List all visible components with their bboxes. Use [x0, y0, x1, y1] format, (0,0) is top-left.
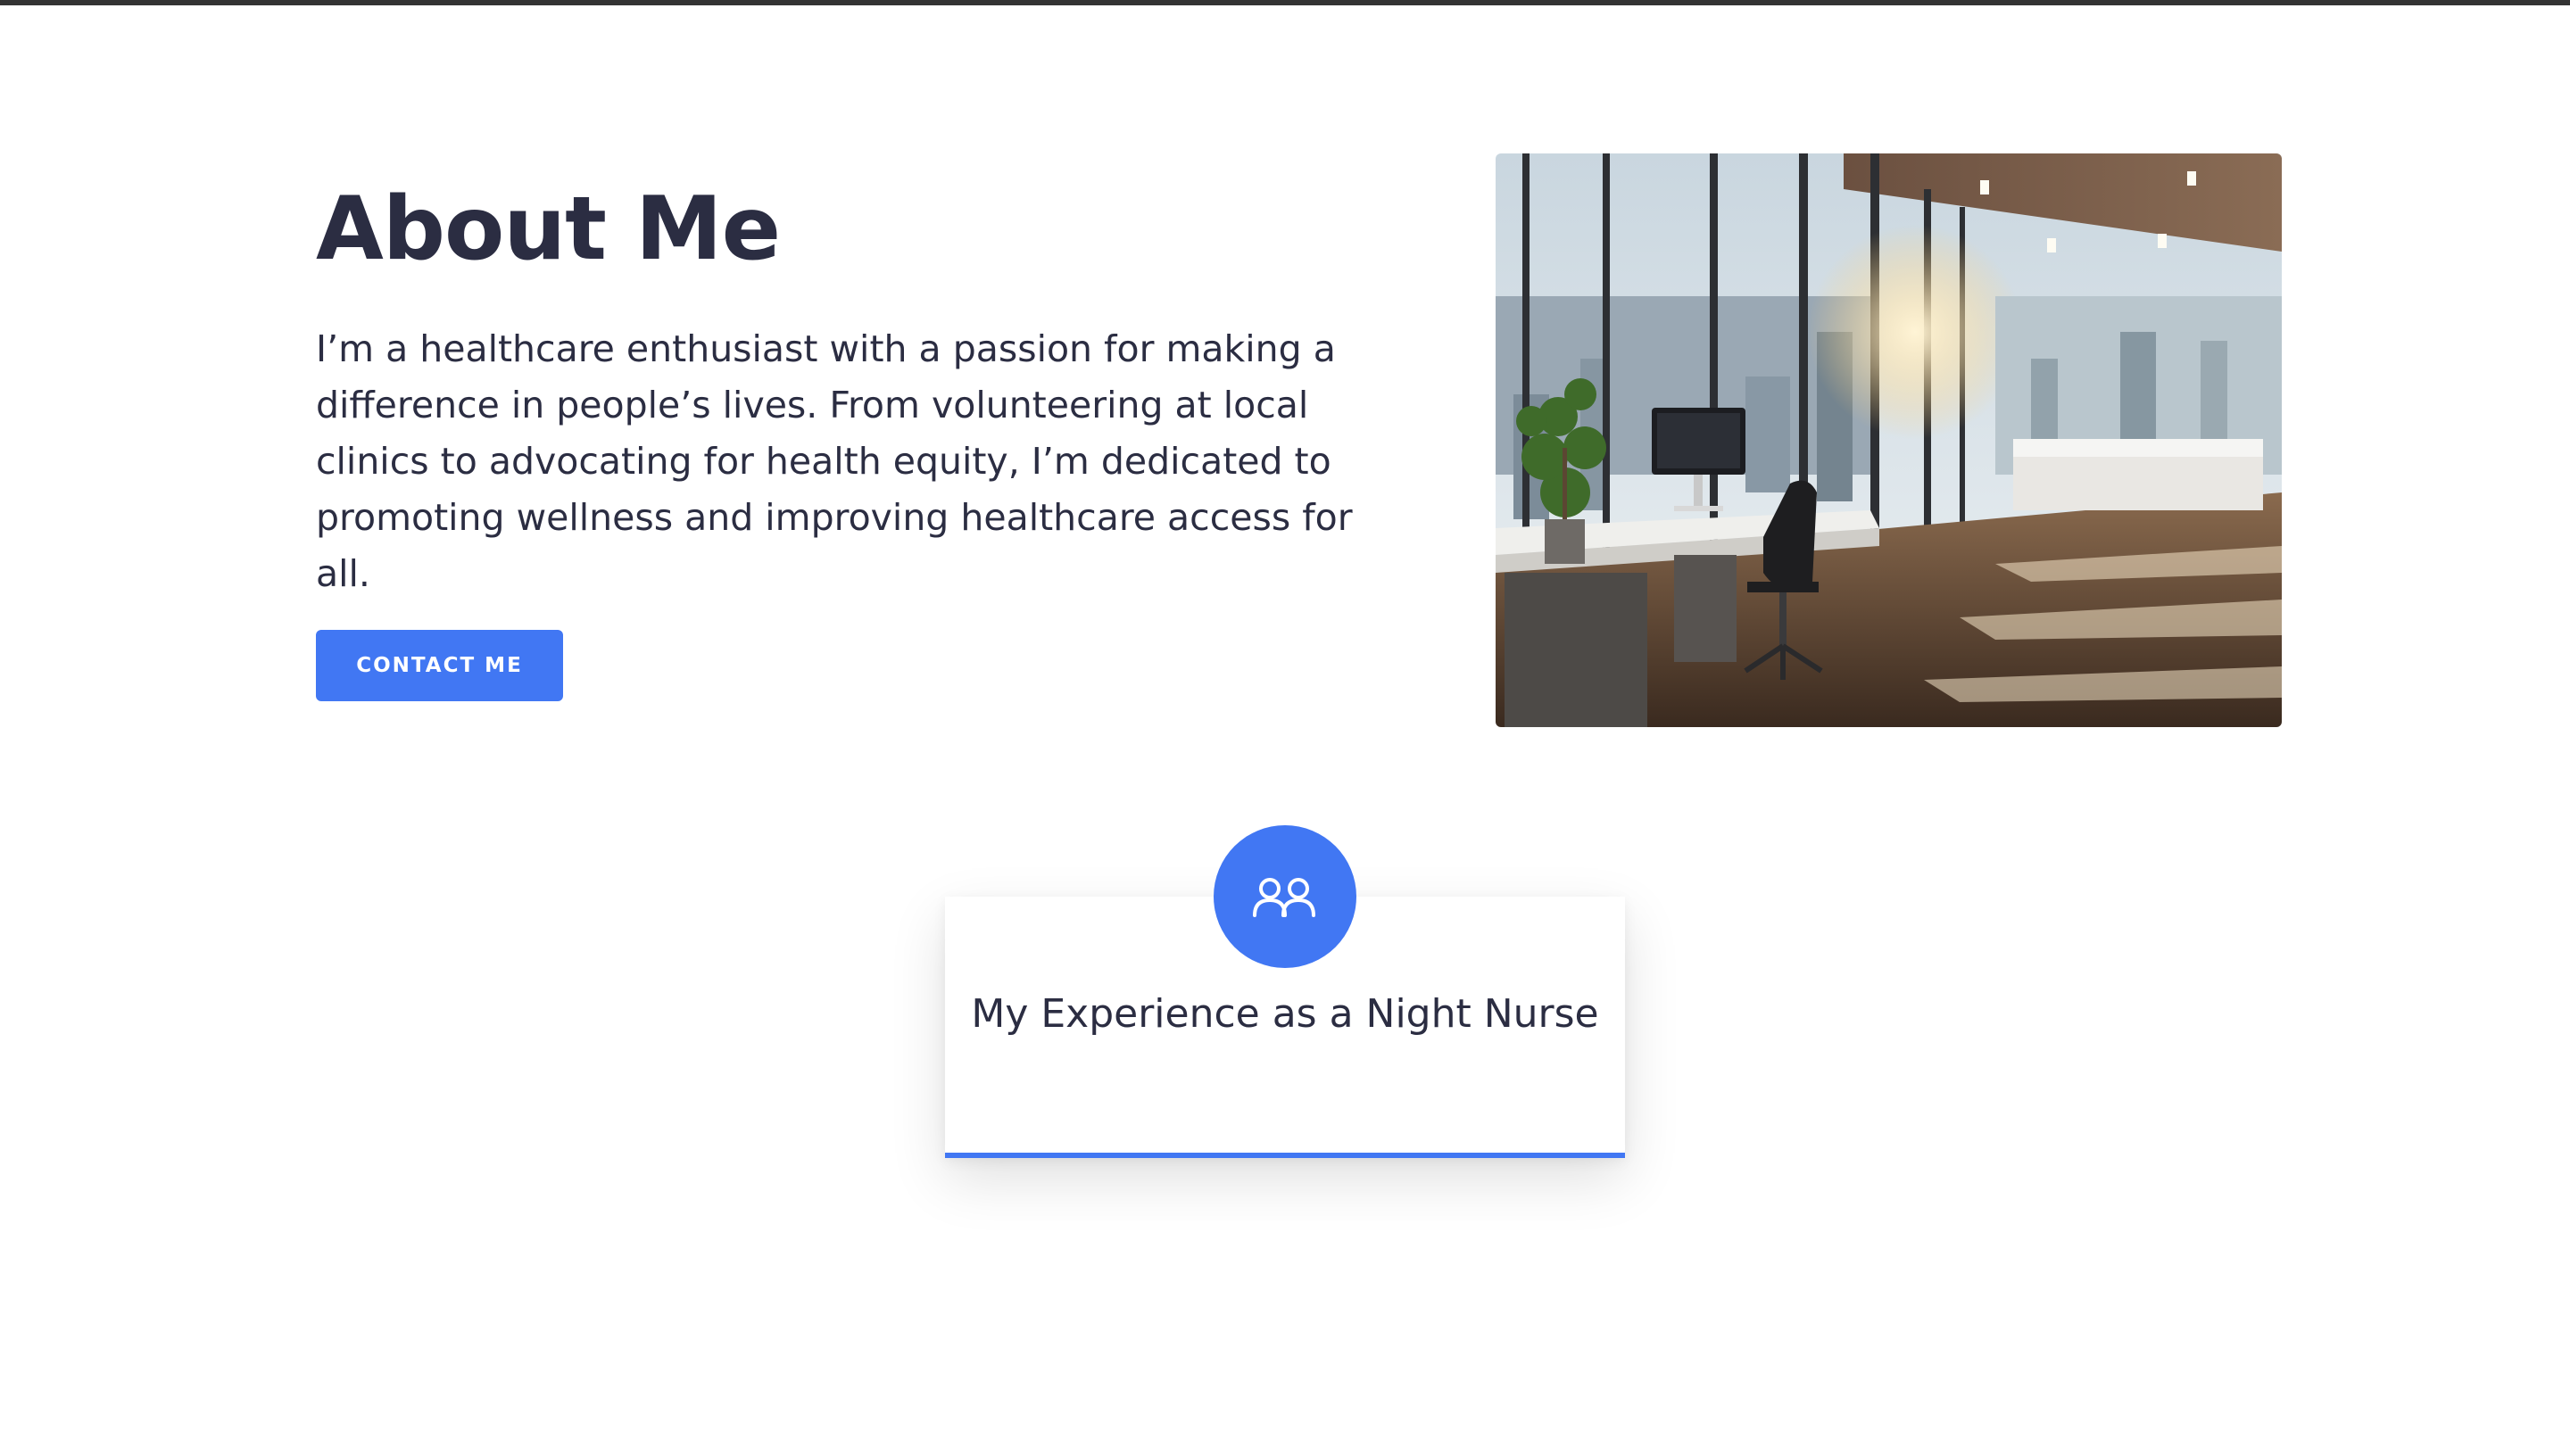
about-description: I’m a healthcare enthusiast with a passi… [316, 327, 1353, 595]
page-title: About Me [316, 178, 781, 280]
experience-card-title: My Experience as a Night Nurse [971, 991, 1599, 1037]
top-border [0, 0, 2570, 5]
users-icon [1214, 825, 1356, 968]
about-section: About Me I’m a healthcare enthusiast wit… [316, 178, 1387, 701]
contact-me-button[interactable]: CONTACT ME [316, 630, 563, 701]
office-image [1496, 153, 2282, 727]
